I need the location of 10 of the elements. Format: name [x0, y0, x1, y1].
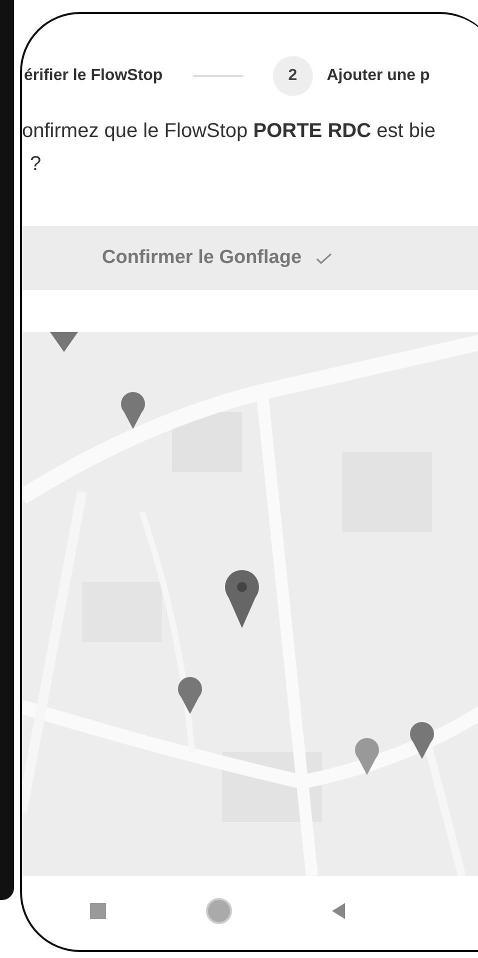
step-label: érifier le FlowStop [24, 67, 163, 85]
question-text: onfirmez que le FlowStop PORTE RDC est bie [22, 120, 437, 143]
home-icon[interactable] [206, 898, 232, 924]
back-icon[interactable] [332, 903, 346, 919]
step-connector [192, 75, 243, 77]
confirm-button[interactable]: Confirmer le Gonflage [22, 226, 478, 290]
step-number: 2 [272, 56, 313, 96]
check-icon [316, 252, 332, 264]
question-mark-text: ? [30, 153, 42, 176]
step-label: Ajouter une p [326, 67, 430, 85]
